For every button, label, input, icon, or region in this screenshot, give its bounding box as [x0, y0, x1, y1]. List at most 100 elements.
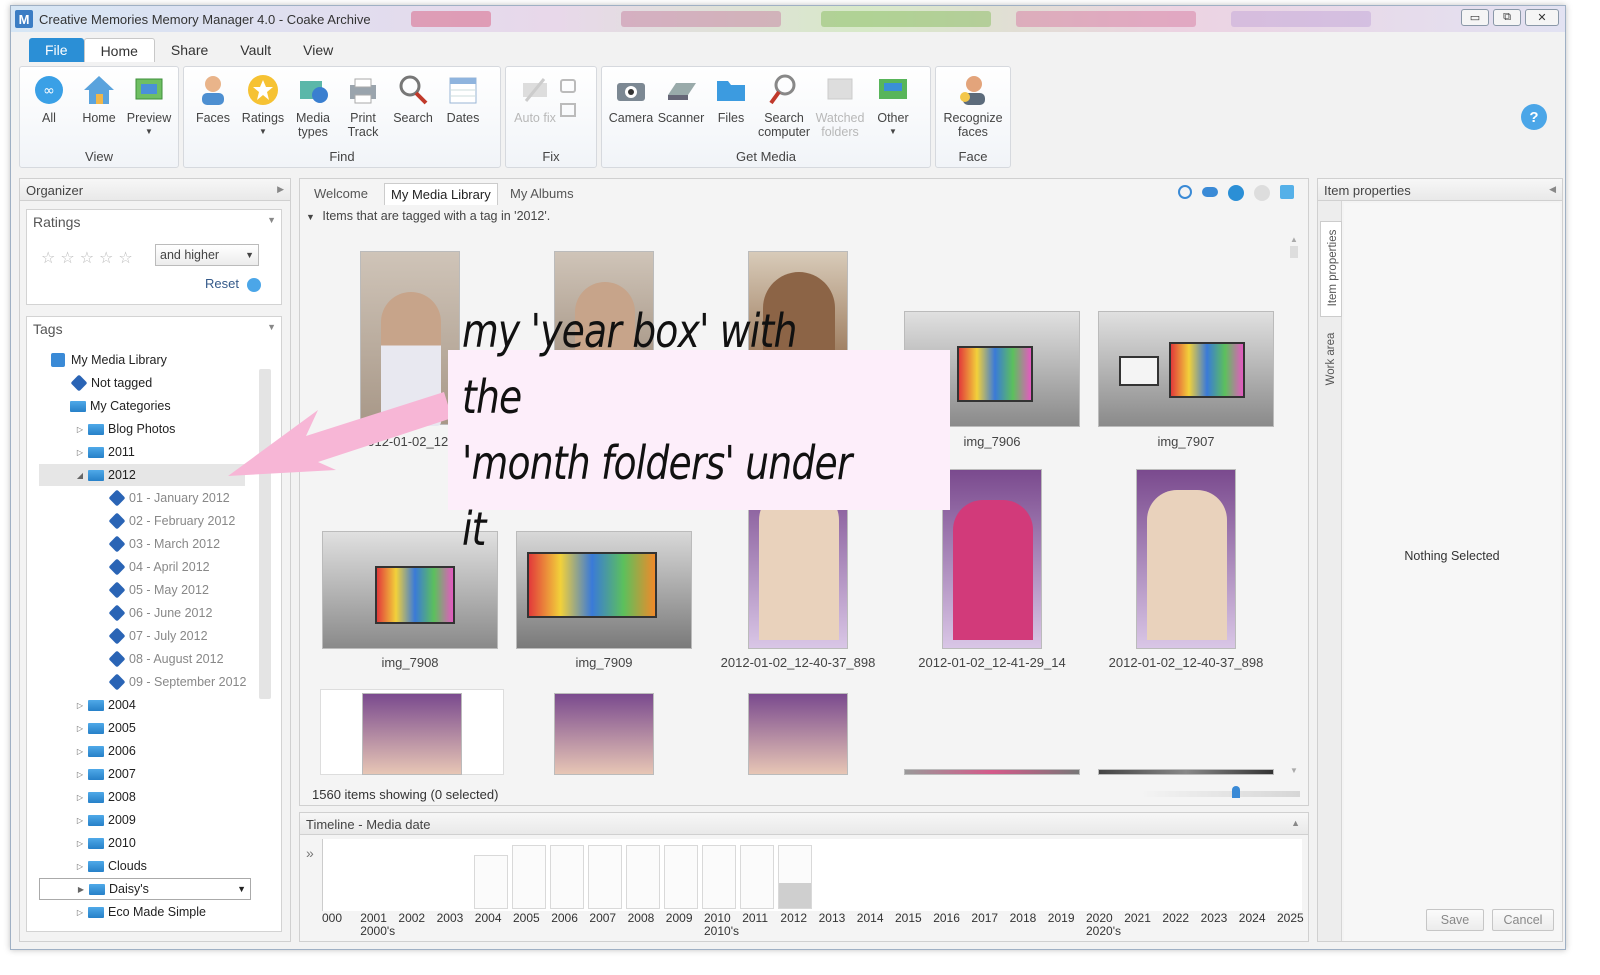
minimize-button[interactable]: ▭ — [1461, 9, 1489, 26]
timeline-bar[interactable] — [550, 845, 584, 909]
back-icon[interactable] — [1228, 185, 1244, 201]
timeline-year-label[interactable]: 2018 — [1010, 911, 1037, 925]
panel-collapse-icon[interactable]: ◀ — [1549, 184, 1556, 195]
tab-share[interactable]: Share — [155, 38, 224, 62]
tree-item-month[interactable]: 02 - February 2012 — [107, 510, 235, 532]
help-button[interactable]: ? — [1521, 104, 1547, 130]
rotate-icon[interactable] — [560, 79, 576, 93]
timeline-bar[interactable] — [588, 845, 622, 909]
tree-item-not-tagged[interactable]: Not tagged — [69, 372, 152, 394]
tree-item-folder[interactable]: ▷ Clouds — [75, 855, 147, 877]
tree-item-folder[interactable]: ▷ 2008 — [75, 786, 136, 808]
expand-icon[interactable]: ▷ — [75, 747, 85, 756]
rating-filter-select[interactable]: and higher ▼ — [155, 244, 259, 266]
tree-item-folder[interactable]: ▷ 2007 — [75, 763, 136, 785]
settings-icon[interactable] — [1280, 185, 1294, 199]
timeline-expand-icon[interactable]: » — [306, 845, 314, 861]
tree-item-folder[interactable]: ▷ Eco Made Simple — [75, 901, 206, 923]
ratings-reset-link[interactable]: Reset — [205, 276, 261, 292]
tab-home[interactable]: Home — [83, 38, 155, 62]
tree-item-month[interactable]: 08 - August 2012 — [107, 648, 224, 670]
side-tab-work-area[interactable]: Work area — [1320, 327, 1342, 393]
timeline-year-label[interactable]: 2002 — [398, 911, 425, 925]
tree-item-month[interactable]: 04 - April 2012 — [107, 556, 210, 578]
expand-icon[interactable]: ▷ — [75, 862, 85, 871]
timeline-bar[interactable] — [664, 845, 698, 909]
tab-welcome[interactable]: Welcome — [308, 183, 374, 204]
expand-icon[interactable]: ▷ — [75, 724, 85, 733]
tree-item-folder-editing[interactable]: ▶ Daisy's ▼ — [39, 878, 251, 900]
tab-my-media-library[interactable]: My Media Library — [384, 183, 498, 205]
save-button[interactable]: Save — [1426, 909, 1484, 931]
timeline-year-label[interactable]: 2010 — [704, 911, 731, 925]
timeline-year-label[interactable]: 2015 — [895, 911, 922, 925]
expand-icon[interactable]: ▷ — [75, 425, 85, 434]
timeline-year-label[interactable]: 2023 — [1201, 911, 1228, 925]
cancel-button[interactable]: Cancel — [1492, 909, 1554, 931]
expand-icon[interactable]: ▷ — [75, 793, 85, 802]
timeline-year-label[interactable]: 2012 — [780, 911, 807, 925]
close-button[interactable]: ✕ — [1525, 9, 1559, 26]
tab-file[interactable]: File — [29, 38, 84, 62]
timeline-year-label[interactable]: 000 — [322, 911, 342, 925]
tree-item-month[interactable]: 05 - May 2012 — [107, 579, 209, 601]
expand-icon[interactable]: ▶ — [76, 885, 86, 894]
tree-item-folder[interactable]: ▷ Blog Photos — [75, 418, 176, 440]
crop-icon[interactable] — [560, 103, 576, 117]
gallery-scrollbar[interactable]: ▲ ▼ — [1290, 235, 1298, 775]
timeline-year-label[interactable]: 2001 — [360, 911, 387, 925]
side-tab-item-properties[interactable]: Item properties — [1320, 221, 1342, 317]
chevron-down-icon[interactable]: ▼ — [237, 884, 246, 894]
rating-stars[interactable]: ☆☆☆☆☆ — [41, 248, 138, 267]
timeline-year-label[interactable]: 2024 — [1239, 911, 1266, 925]
scroll-thumb[interactable] — [1290, 246, 1298, 258]
zoom-slider[interactable] — [1140, 786, 1300, 798]
tab-view[interactable]: View — [287, 38, 349, 62]
zoom-slider-handle[interactable] — [1232, 786, 1240, 798]
tags-collapse-icon[interactable]: ▼ — [267, 322, 276, 332]
tree-item-my-categories[interactable]: My Categories — [67, 395, 171, 417]
tags-scrollbar[interactable] — [259, 369, 271, 699]
timeline-bar[interactable] — [702, 845, 736, 909]
tree-item-my-media-library[interactable]: My Media Library — [51, 349, 167, 371]
timeline-year-label[interactable]: 2011 — [742, 911, 768, 925]
photo-thumbnail[interactable] — [362, 693, 462, 775]
timeline-year-label[interactable]: 2021 — [1124, 911, 1151, 925]
tree-item-folder-selected[interactable]: ◢ 2012 — [39, 464, 245, 486]
timeline-year-label[interactable]: 2020 — [1086, 911, 1113, 925]
expand-icon[interactable]: ▷ — [75, 839, 85, 848]
timeline-year-label[interactable]: 2003 — [437, 911, 464, 925]
timeline-year-label[interactable]: 2008 — [628, 911, 655, 925]
tree-item-folder[interactable]: ▷ 2005 — [75, 717, 136, 739]
photo-thumbnail[interactable] — [748, 693, 848, 775]
photo-thumbnail[interactable] — [360, 251, 460, 426]
tree-item-month[interactable]: 09 - September 2012 — [107, 671, 246, 693]
timeline-year-label[interactable]: 2013 — [819, 911, 846, 925]
tab-vault[interactable]: Vault — [224, 38, 287, 62]
forward-icon[interactable] — [1254, 185, 1270, 201]
filter-collapse-icon[interactable]: ▼ — [306, 212, 315, 222]
refresh-icon[interactable] — [1178, 185, 1192, 199]
photo-thumbnail[interactable] — [904, 769, 1080, 775]
timeline-bar-selected[interactable] — [778, 845, 812, 909]
timeline-year-label[interactable]: 2017 — [971, 911, 998, 925]
timeline-year-label[interactable]: 2006 — [551, 911, 578, 925]
tree-item-month[interactable]: 06 - June 2012 — [107, 602, 212, 624]
restore-button[interactable]: ⧉ — [1493, 9, 1521, 26]
timeline-bar[interactable] — [740, 845, 774, 909]
photo-thumbnail[interactable] — [1098, 769, 1274, 775]
timeline-bar[interactable] — [626, 845, 660, 909]
timeline-bar[interactable] — [512, 845, 546, 909]
photo-thumbnail[interactable] — [942, 469, 1042, 649]
tab-my-albums[interactable]: My Albums — [504, 183, 580, 204]
tree-item-folder[interactable]: ▷ 2006 — [75, 740, 136, 762]
tree-item-folder[interactable]: ▷ 2010 — [75, 832, 136, 854]
scroll-up-icon[interactable]: ▲ — [1290, 235, 1298, 244]
timeline-year-label[interactable]: 2025 — [1277, 911, 1304, 925]
expand-icon[interactable]: ▷ — [75, 701, 85, 710]
timeline-collapse-icon[interactable]: ▲ — [1291, 818, 1300, 828]
tree-item-folder[interactable]: ▷ 2004 — [75, 694, 136, 716]
timeline-year-label[interactable]: 2014 — [857, 911, 884, 925]
ratings-collapse-icon[interactable]: ▼ — [267, 215, 276, 225]
timeline-year-label[interactable]: 2005 — [513, 911, 540, 925]
